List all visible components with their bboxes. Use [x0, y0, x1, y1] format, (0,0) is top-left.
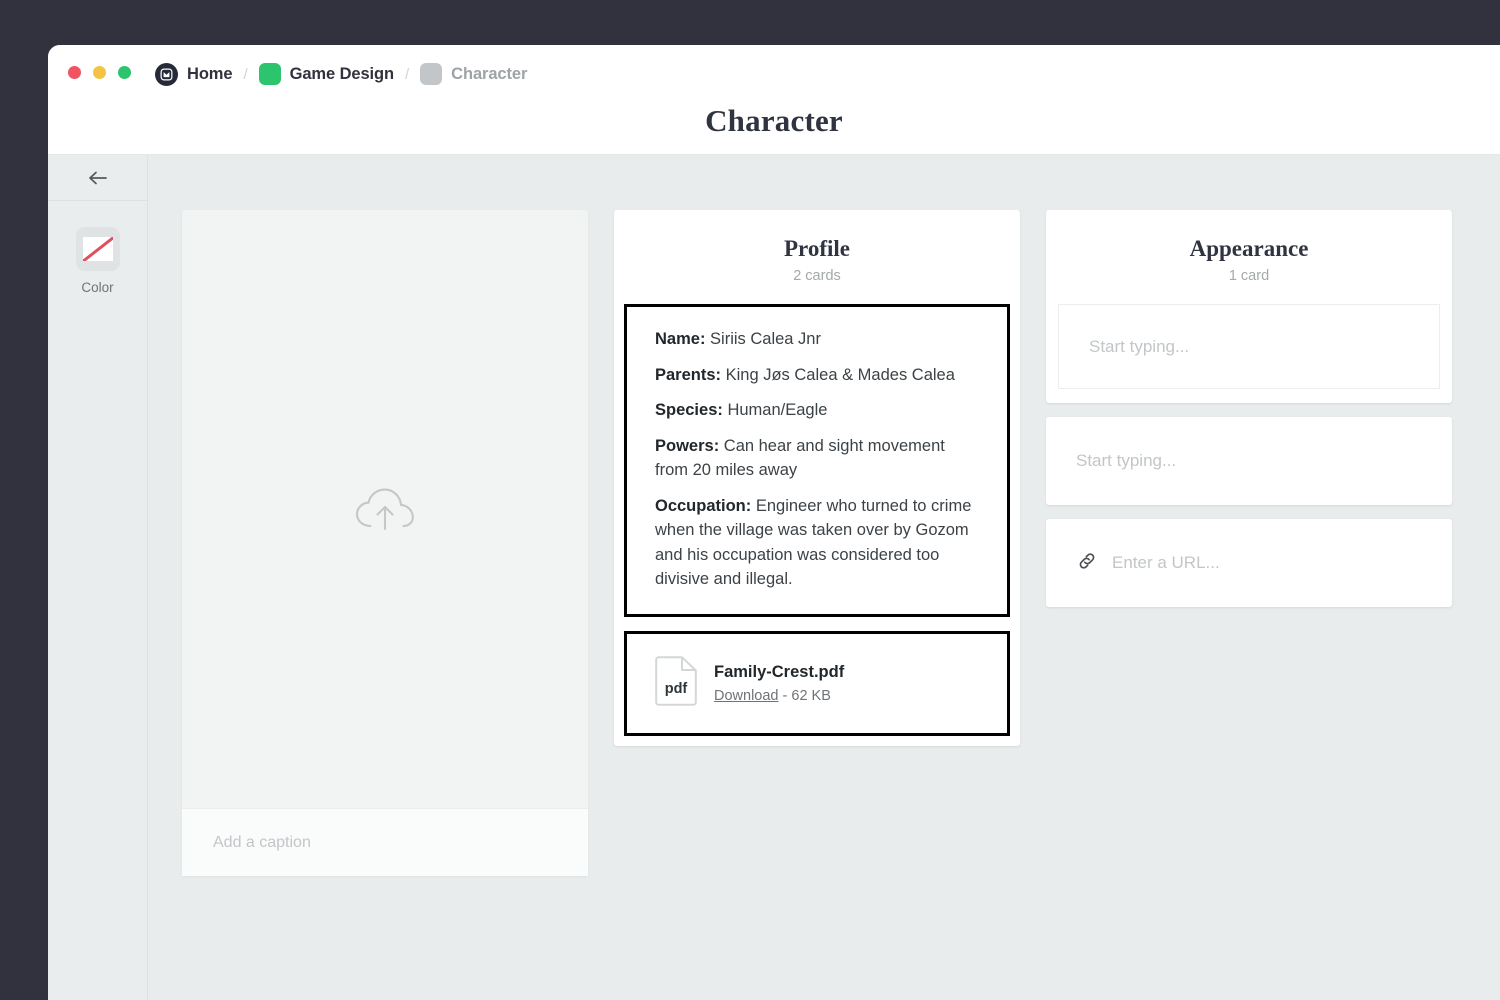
breadcrumb-label-character: Character [451, 65, 527, 84]
file-download-link[interactable]: Download [714, 688, 779, 704]
caption-input[interactable]: Add a caption [182, 808, 588, 876]
field-parents: Parents: King Jøs Calea & Mades Calea [655, 363, 979, 388]
pdf-file-icon: pdf [655, 656, 697, 711]
back-arrow-icon [88, 171, 108, 185]
close-window-button[interactable] [68, 66, 81, 79]
link-icon [1076, 550, 1098, 577]
back-button[interactable] [48, 155, 147, 201]
page-title: Character [48, 103, 1500, 139]
field-species-value: Human/Eagle [727, 401, 827, 419]
field-species-key: Species: [655, 401, 723, 419]
caption-placeholder: Add a caption [213, 834, 311, 852]
cloud-upload-icon [354, 485, 416, 533]
minimize-window-button[interactable] [93, 66, 106, 79]
tool-color-label: Color [81, 280, 113, 295]
breadcrumb-item-home[interactable]: Home [155, 63, 232, 86]
breadcrumb-separator: / [403, 66, 411, 83]
image-dropzone[interactable] [182, 210, 588, 808]
column-appearance-card: Appearance 1 card Start typing... [1046, 210, 1452, 403]
window-controls [68, 66, 131, 79]
new-text-card-input[interactable]: Start typing... [1046, 417, 1452, 505]
breadcrumb-label-game-design: Game Design [290, 65, 394, 84]
app-window: Home / Game Design / Character Character [48, 45, 1500, 1000]
home-logo-icon [155, 63, 178, 86]
new-url-card-placeholder: Enter a URL... [1112, 553, 1220, 573]
column-appearance-title: Appearance [1056, 236, 1442, 262]
tool-color[interactable]: Color [76, 227, 120, 295]
file-size: - 62 KB [783, 688, 831, 704]
breadcrumb: Home / Game Design / Character [155, 62, 527, 86]
title-bar: Home / Game Design / Character Character [48, 45, 1500, 155]
tool-rail: Color [48, 155, 148, 1000]
field-occupation: Occupation: Engineer who turned to crime… [655, 494, 979, 592]
appearance-text-input[interactable]: Start typing... [1058, 304, 1440, 389]
field-occupation-key: Occupation: [655, 497, 751, 515]
column-profile-count: 2 cards [624, 268, 1010, 284]
file-meta: Family-Crest.pdf Download - 62 KB [714, 663, 844, 704]
maximize-window-button[interactable] [118, 66, 131, 79]
file-subline: Download - 62 KB [714, 688, 844, 704]
column-appearance-count: 1 card [1056, 268, 1442, 284]
image-upload-card: Add a caption [182, 210, 588, 876]
field-parents-key: Parents: [655, 366, 721, 384]
field-species: Species: Human/Eagle [655, 398, 979, 423]
breadcrumb-item-game-design[interactable]: Game Design [259, 63, 394, 85]
breadcrumb-label-home: Home [187, 65, 232, 84]
svg-text:pdf: pdf [665, 681, 688, 697]
color-swatch-icon [76, 227, 120, 271]
new-text-card-placeholder: Start typing... [1076, 451, 1176, 471]
column-profile-card: Profile 2 cards Name: Siriis Calea Jnr P… [614, 210, 1020, 746]
breadcrumb-item-character[interactable]: Character [420, 63, 527, 85]
column-profile-title: Profile [624, 236, 1010, 262]
board-canvas: Add a caption Profile 2 cards Name: Siri… [148, 155, 1500, 1000]
column-appearance: Appearance 1 card Start typing... Start … [1046, 210, 1452, 607]
square-badge-icon [259, 63, 281, 85]
profile-details-card[interactable]: Name: Siriis Calea Jnr Parents: King Jøs… [624, 304, 1010, 617]
field-name: Name: Siriis Calea Jnr [655, 327, 979, 352]
file-name: Family-Crest.pdf [714, 663, 844, 682]
field-name-value: Siriis Calea Jnr [710, 330, 821, 348]
column-profile: Profile 2 cards Name: Siriis Calea Jnr P… [614, 210, 1020, 746]
app-body: Color Add a caption Profile [48, 155, 1500, 1000]
field-powers: Powers: Can hear and sight movement from… [655, 434, 979, 483]
file-attachment-card[interactable]: pdf Family-Crest.pdf Download - 62 KB [624, 631, 1010, 736]
field-name-key: Name: [655, 330, 705, 348]
square-badge-icon [420, 63, 442, 85]
field-powers-key: Powers: [655, 437, 719, 455]
appearance-text-placeholder: Start typing... [1089, 337, 1189, 357]
breadcrumb-separator: / [241, 66, 249, 83]
field-parents-value: King Jøs Calea & Mades Calea [726, 366, 955, 384]
new-url-card-input[interactable]: Enter a URL... [1046, 519, 1452, 607]
